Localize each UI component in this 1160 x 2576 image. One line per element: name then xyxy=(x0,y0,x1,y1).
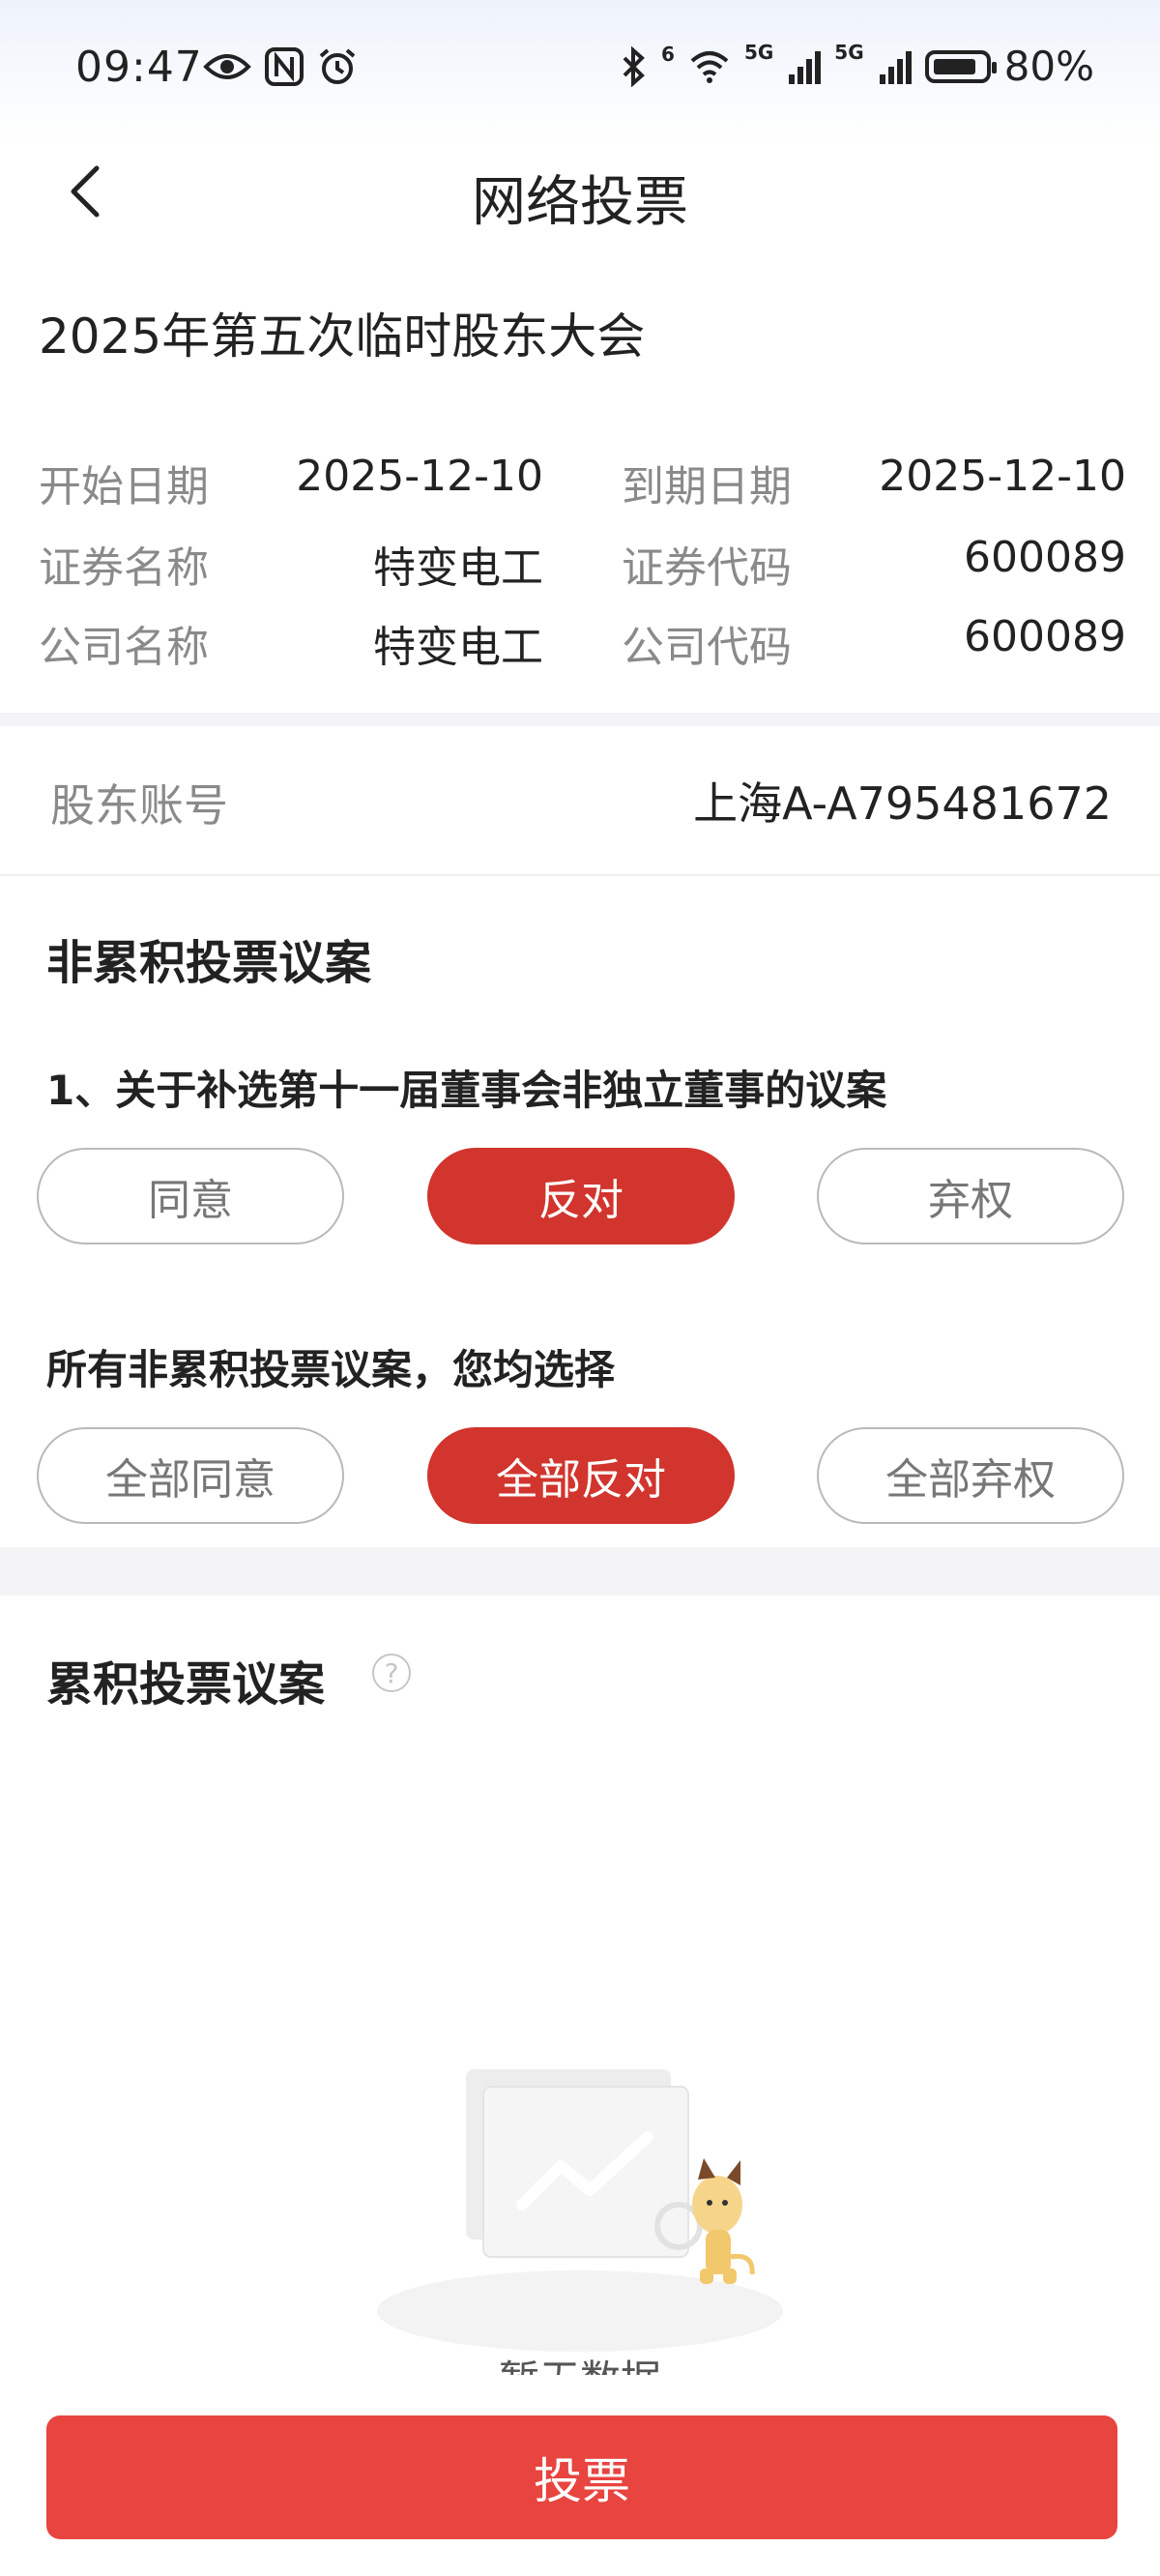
battery-icon xyxy=(924,49,997,83)
agree-all-button[interactable]: 全部同意 xyxy=(37,1427,344,1524)
empty-state-illustration xyxy=(377,2069,783,2352)
proposal-title: 1、关于补选第十一届董事会非独立董事的议案 xyxy=(46,1067,887,1114)
section-divider xyxy=(0,713,1160,726)
network-5g-label: 5G xyxy=(743,41,774,64)
section-divider-2 xyxy=(0,1547,1160,1595)
network-5g-label-2: 5G xyxy=(834,41,864,64)
nfc-icon xyxy=(265,47,304,86)
nav-header: 网络投票 xyxy=(0,145,1160,238)
end-date-value: 2025-12-10 xyxy=(879,452,1126,501)
security-name-value: 特变电工 xyxy=(373,543,543,593)
security-name-label: 证券名称 xyxy=(39,543,209,593)
battery-percent: 80% xyxy=(1003,43,1094,90)
company-code-value: 600089 xyxy=(964,612,1126,661)
question-circle-icon[interactable]: ? xyxy=(372,1654,411,1692)
abstain-button[interactable]: 弃权 xyxy=(817,1148,1124,1244)
account-label: 股东账号 xyxy=(50,779,228,832)
company-name-value: 特变电工 xyxy=(373,623,543,672)
meeting-title: 2025年第五次临时股东大会 xyxy=(39,308,646,365)
start-date-value: 2025-12-10 xyxy=(296,452,543,501)
signal-icon xyxy=(789,49,822,84)
status-time: 09:47 xyxy=(75,43,203,92)
abstain-all-button[interactable]: 全部弃权 xyxy=(817,1427,1124,1524)
cumulative-section-title: 累积投票议案 xyxy=(46,1657,326,1712)
end-date-label: 到期日期 xyxy=(622,462,792,512)
status-right-icons: 6 5G 5G 80% xyxy=(619,43,1094,90)
wifi-badge: 6 xyxy=(661,43,675,66)
account-value: 上海A-A795481672 xyxy=(693,777,1112,830)
agree-button[interactable]: 同意 xyxy=(37,1148,344,1244)
page-title: 网络投票 xyxy=(472,171,688,234)
company-name-label: 公司名称 xyxy=(39,623,209,672)
alarm-icon xyxy=(319,48,356,84)
security-code-value: 600089 xyxy=(964,533,1126,582)
company-code-label: 公司代码 xyxy=(622,623,792,672)
empty-state-text: 暂无数据 xyxy=(0,2352,1160,2375)
non-cumulative-section-title: 非累积投票议案 xyxy=(46,936,372,990)
eye-icon xyxy=(203,54,251,79)
security-code-label: 证券代码 xyxy=(622,543,792,593)
signal-icon-2 xyxy=(879,49,912,84)
account-divider xyxy=(0,874,1160,876)
bluetooth-icon xyxy=(623,45,645,87)
wifi-icon xyxy=(690,50,729,83)
oppose-all-button[interactable]: 全部反对 xyxy=(427,1427,735,1524)
start-date-label: 开始日期 xyxy=(39,462,209,512)
all-choice-title: 所有非累积投票议案，您均选择 xyxy=(46,1346,616,1393)
status-bar: 09:47 6 5G 5G 80% xyxy=(0,0,1160,145)
oppose-button[interactable]: 反对 xyxy=(427,1148,735,1244)
status-left-icons xyxy=(203,46,358,87)
vote-button[interactable]: 投票 xyxy=(46,2415,1117,2539)
